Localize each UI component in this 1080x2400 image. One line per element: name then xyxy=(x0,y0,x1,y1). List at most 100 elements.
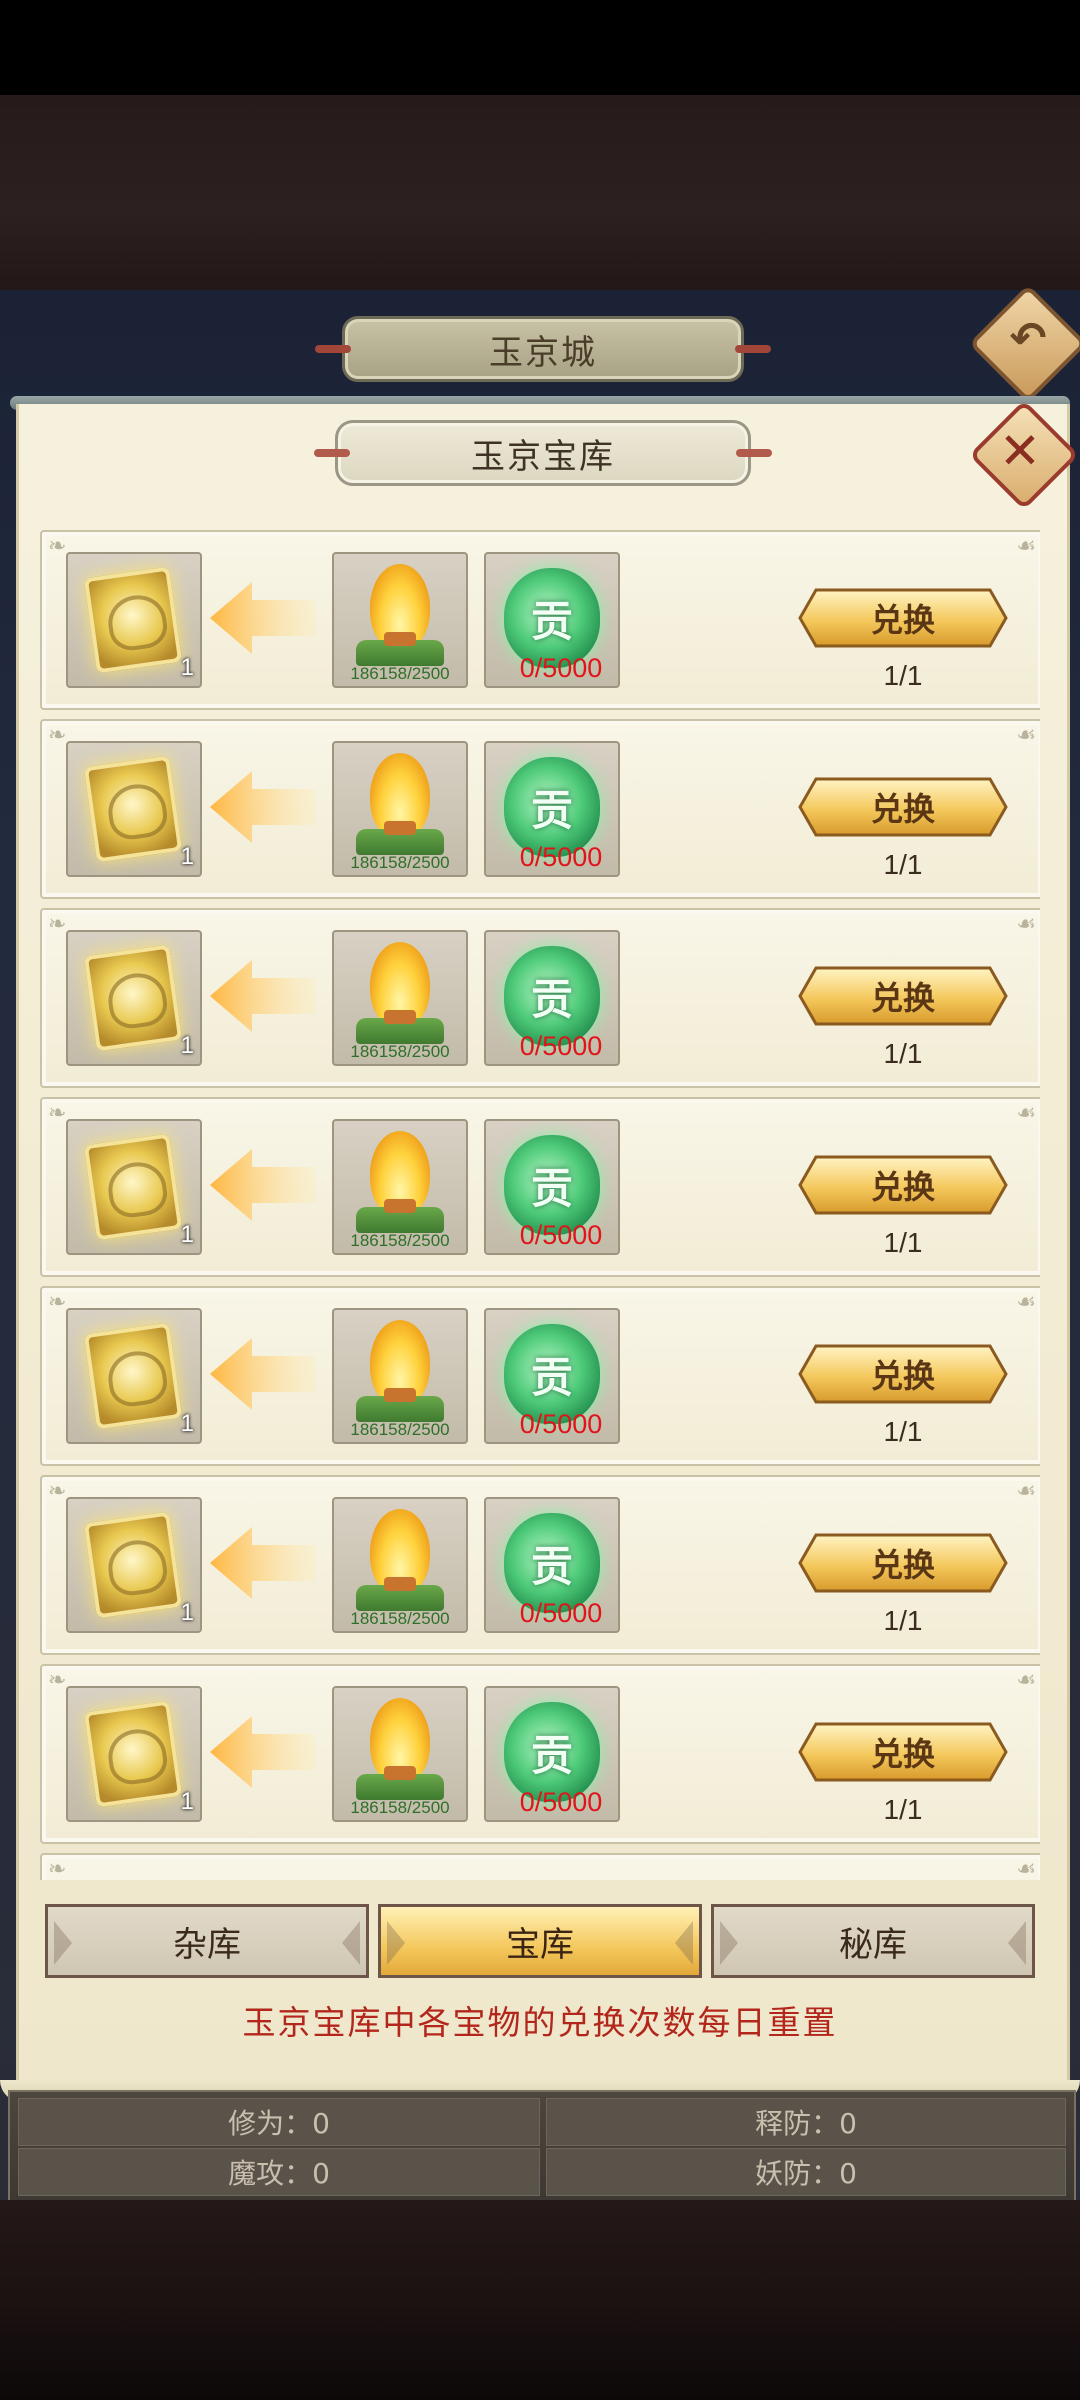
jade-cost-slot[interactable]: 贡 0/5000 xyxy=(484,1497,620,1633)
fire-cost-slot[interactable]: 186158/2500 xyxy=(332,741,468,877)
jade-cost: 0/5000 xyxy=(519,1220,603,1250)
exchange-row: ❧ ☙ 1 186158/2500 贡 0/5000 兑换 1/1 xyxy=(40,1664,1040,1844)
city-title: 玉京城 xyxy=(315,316,771,382)
stat-magic-attack: 魔攻：0 xyxy=(18,2148,540,2196)
reward-count: 1 xyxy=(180,654,194,681)
corner-ornament: ☙ xyxy=(1016,723,1036,748)
stat-cultivation: 修为：0 xyxy=(18,2098,540,2146)
exchange-arrow-icon xyxy=(206,1143,318,1227)
stats-panel: 修为：0 释防：0 魔攻：0 妖防：0 xyxy=(8,2090,1076,2202)
exchange-row: ❧ ☙ 1 186158/2500 贡 0/5000 兑换 1/1 xyxy=(40,1097,1040,1277)
reward-item-slot[interactable]: 1 xyxy=(66,741,202,877)
jade-cost-slot[interactable]: 贡 0/5000 xyxy=(484,741,620,877)
jade-cost-slot[interactable]: 贡 0/5000 xyxy=(484,1119,620,1255)
fire-cost-slot[interactable]: 186158/2500 xyxy=(332,1497,468,1633)
exchange-button[interactable]: 兑换 xyxy=(798,1722,1008,1782)
exchange-arrow-icon xyxy=(206,1521,318,1605)
corner-ornament: ☙ xyxy=(1016,912,1036,937)
exchange-button[interactable]: 兑换 xyxy=(798,777,1008,837)
exchange-arrow-icon xyxy=(206,765,318,849)
fire-cost: 186158/2500 xyxy=(350,1042,450,1061)
exchange-button-label: 兑换 xyxy=(870,1546,935,1584)
reward-count: 1 xyxy=(180,1788,194,1815)
back-arrow-icon: ↶ xyxy=(1009,312,1047,364)
jade-cost-slot[interactable]: 贡 0/5000 xyxy=(484,1686,620,1822)
exchange-limit: 1/1 xyxy=(883,849,923,880)
treasury-title: 玉京宝库 xyxy=(314,420,772,486)
background-dim-top xyxy=(0,95,1080,290)
exchange-limit: 1/1 xyxy=(883,660,923,691)
exchange-row: ❧ ☙ 1 186158/2500 贡 0/5000 兑换 1/1 xyxy=(40,908,1040,1088)
exchange-button[interactable]: 兑换 xyxy=(798,1344,1008,1404)
fire-cost-slot[interactable]: 186158/2500 xyxy=(332,930,468,1066)
exchange-row: ❧ ☙ 1 186158/2500 贡 0/5000 兑换 1/1 xyxy=(40,530,1040,710)
fire-cost-slot[interactable]: 186158/2500 xyxy=(332,1686,468,1822)
exchange-button[interactable]: 兑换 xyxy=(798,966,1008,1026)
exchange-button-label: 兑换 xyxy=(870,1735,935,1773)
reward-count: 1 xyxy=(180,1410,194,1437)
exchange-button-label: 兑换 xyxy=(870,1357,935,1395)
golden-book-icon xyxy=(83,944,183,1052)
background-dim-bottom xyxy=(0,2200,1080,2400)
jade-cost: 0/5000 xyxy=(519,653,603,683)
golden-book-icon xyxy=(83,1322,183,1430)
corner-ornament: ☙ xyxy=(1016,1101,1036,1126)
exchange-arrow-icon xyxy=(206,1710,318,1794)
fire-cost: 186158/2500 xyxy=(350,1231,450,1250)
status-bar-area xyxy=(0,0,1080,95)
reward-count: 1 xyxy=(180,1032,194,1059)
jade-cost-slot[interactable]: 贡 0/5000 xyxy=(484,930,620,1066)
exchange-button-label: 兑换 xyxy=(870,979,935,1017)
jade-cost: 0/5000 xyxy=(519,1787,603,1817)
reward-count: 1 xyxy=(180,843,194,870)
exchange-row: ❧ ☙ 1 186158/2500 贡 0/5000 兑换 1/1 xyxy=(40,1286,1040,1466)
exchange-limit: 1/1 xyxy=(883,1605,923,1636)
tab-misc-store[interactable]: 杂库 xyxy=(45,1904,369,1978)
jade-cost-slot[interactable]: 贡 0/5000 xyxy=(484,552,620,688)
fire-cost: 186158/2500 xyxy=(350,853,450,872)
exchange-row: ❧ ☙ 1 186158/2500 贡 0/5000 兑换 1/1 xyxy=(40,719,1040,899)
exchange-button-label: 兑换 xyxy=(870,601,935,639)
exchange-arrow-icon xyxy=(206,576,318,660)
exchange-limit: 1/1 xyxy=(883,1416,923,1447)
corner-ornament: ☙ xyxy=(1016,534,1036,559)
golden-book-icon xyxy=(83,566,183,674)
golden-book-icon xyxy=(83,1511,183,1619)
back-button[interactable]: ↶ xyxy=(968,284,1080,404)
exchange-button[interactable]: 兑换 xyxy=(798,588,1008,648)
exchange-arrow-icon xyxy=(206,1332,318,1416)
fire-cost-slot[interactable]: 186158/2500 xyxy=(332,1308,468,1444)
close-icon: ✕ xyxy=(999,422,1041,480)
exchange-row: ❧ ☙ 1 186158/2500 贡 0/5000 兑换 1/1 xyxy=(40,1475,1040,1655)
close-button[interactable]: ✕ xyxy=(968,399,1080,511)
reward-item-slot[interactable]: 1 xyxy=(66,1119,202,1255)
exchange-button[interactable]: 兑换 xyxy=(798,1155,1008,1215)
tab-treasure-store[interactable]: 宝库 xyxy=(378,1904,702,1978)
reward-item-slot[interactable]: 1 xyxy=(66,1308,202,1444)
jade-cost-slot[interactable]: 贡 0/5000 xyxy=(484,1308,620,1444)
fire-cost-slot[interactable]: 186158/2500 xyxy=(332,1119,468,1255)
fire-cost: 186158/2500 xyxy=(350,1609,450,1628)
reward-item-slot[interactable]: 1 xyxy=(66,1497,202,1633)
fire-cost: 186158/2500 xyxy=(350,1420,450,1439)
tab-label: 秘库 xyxy=(839,1924,907,1965)
golden-book-icon xyxy=(83,1700,183,1808)
jade-cost: 0/5000 xyxy=(519,1031,603,1061)
exchange-button[interactable]: 兑换 xyxy=(798,1533,1008,1593)
fire-cost: 186158/2500 xyxy=(350,1798,450,1817)
corner-ornament: ☙ xyxy=(1016,1290,1036,1315)
exchange-limit: 1/1 xyxy=(883,1794,923,1825)
jade-cost: 0/5000 xyxy=(519,1598,603,1628)
jade-cost: 0/5000 xyxy=(519,1409,603,1439)
reward-count: 1 xyxy=(180,1221,194,1248)
jade-cost: 0/5000 xyxy=(519,842,603,872)
tab-secret-store[interactable]: 秘库 xyxy=(711,1904,1035,1978)
fire-cost: 186158/2500 xyxy=(350,664,450,683)
exchange-list[interactable]: ❧ ☙ 1 186158/2500 贡 0/5000 兑换 1/1 ❧ ☙ 1 186158/2500… xyxy=(40,530,1040,1880)
exchange-limit: 1/1 xyxy=(883,1227,923,1258)
reward-item-slot[interactable]: 1 xyxy=(66,1686,202,1822)
fire-cost-slot[interactable]: 186158/2500 xyxy=(332,552,468,688)
reward-item-slot[interactable]: 1 xyxy=(66,552,202,688)
tab-label: 杂库 xyxy=(173,1924,241,1965)
reward-item-slot[interactable]: 1 xyxy=(66,930,202,1066)
